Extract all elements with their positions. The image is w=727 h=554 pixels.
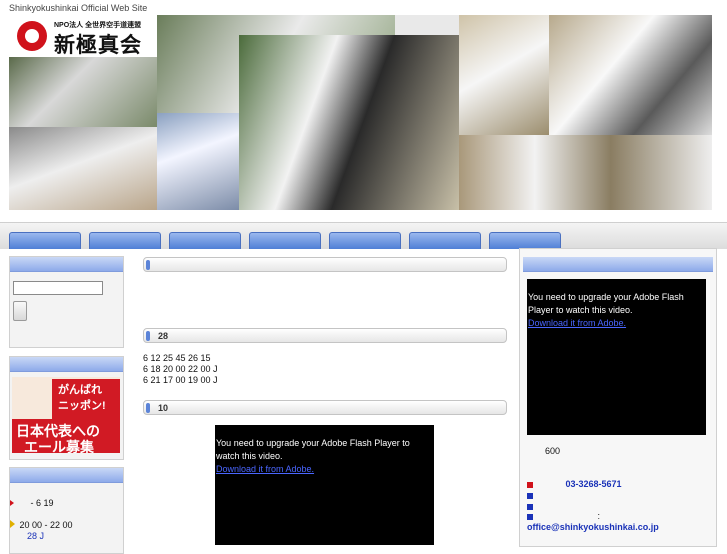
section-header-2: 28: [143, 328, 507, 343]
flash-upgrade-message: You need to upgrade your Adobe Flash Pla…: [216, 438, 410, 461]
bullet-blue-icon: [527, 492, 533, 499]
nav-tab-6[interactable]: [409, 232, 481, 249]
section-header-3: 10: [143, 400, 507, 415]
photo-crowd: [459, 15, 549, 135]
photo-fight: [549, 15, 712, 135]
contact-phone: 03-3268-5671: [527, 479, 622, 489]
flash-video-center: You need to upgrade your Adobe Flash Pla…: [215, 425, 434, 545]
nav-tab-2[interactable]: [89, 232, 161, 249]
section-marker-icon: [146, 403, 150, 413]
logo-emblem-icon: [17, 21, 47, 51]
news-box-header: [10, 468, 123, 483]
photo-group-training: [9, 57, 157, 127]
flash-download-link[interactable]: Download it from Adobe.: [216, 464, 314, 474]
bullet-blue-icon: [527, 503, 533, 510]
contact-email[interactable]: office@shinkyokushinkai.co.jp: [527, 522, 659, 532]
contact-email-label-row: :: [527, 511, 600, 521]
news-item-3[interactable]: 28 J: [27, 531, 44, 541]
site-tagline: Shinkyokushinkai Official Web Site: [9, 3, 148, 13]
photo-kick: [239, 35, 459, 210]
section-marker-icon: [146, 331, 150, 341]
logo-title: 新極真会: [54, 34, 142, 57]
flash-download-link[interactable]: Download it from Adobe.: [528, 318, 626, 328]
schedule-row-1: 6 12 25 45 26 15: [143, 353, 211, 363]
news-item-2[interactable]: 20 00 - 22 00: [10, 520, 73, 530]
bullet-yellow-icon: [10, 520, 15, 528]
ad-box-header: [10, 357, 123, 372]
nav-tab-1[interactable]: [9, 232, 81, 249]
ad-box: がんばれ ニッポン! 日本代表への エール募集: [9, 356, 124, 460]
banner-line-2: ニッポン!: [58, 400, 106, 412]
search-button[interactable]: [13, 301, 27, 321]
right-box-header: [523, 257, 713, 272]
photo-breaking: [157, 113, 239, 210]
section-header-1: [143, 257, 507, 272]
contact-bullet-2: [527, 490, 535, 500]
photo-dojo-line: [9, 127, 157, 210]
search-box: [9, 256, 124, 348]
schedule-row-2: 6 18 20 00 22 00 J: [143, 364, 218, 374]
schedule-row-3: 6 21 17 00 19 00 J: [143, 375, 218, 385]
bullet-blue-icon: [527, 513, 533, 520]
bullet-red-icon: [10, 500, 14, 506]
logo[interactable]: NPO法人 全世界空手道連盟 新極真会: [9, 15, 157, 57]
banner-line-4: エール募集: [24, 439, 94, 453]
section-marker-icon: [146, 260, 150, 270]
nav-tab-4[interactable]: [249, 232, 321, 249]
flash-upgrade-message: You need to upgrade your Adobe Flash Pla…: [528, 292, 684, 315]
nav-tab-7[interactable]: [489, 232, 561, 249]
nav-tab-3[interactable]: [169, 232, 241, 249]
news-item-1[interactable]: - 6 19: [10, 498, 54, 508]
main-nav: [0, 222, 727, 249]
bullet-red-icon: [527, 481, 533, 488]
header-banner: NPO法人 全世界空手道連盟 新極真会: [9, 15, 712, 210]
nav-tab-5[interactable]: [329, 232, 401, 249]
banner-line-1: がんばれ: [58, 384, 102, 396]
cheer-japan-banner[interactable]: がんばれ ニッポン! 日本代表への エール募集: [12, 377, 120, 453]
photo-group-portrait: [459, 135, 712, 210]
search-input[interactable]: [13, 281, 103, 295]
flash-video-right: You need to upgrade your Adobe Flash Pla…: [527, 279, 706, 435]
contact-bullet-3: [527, 501, 535, 511]
search-box-header: [10, 257, 123, 272]
contact-line-1: 600: [545, 446, 561, 456]
